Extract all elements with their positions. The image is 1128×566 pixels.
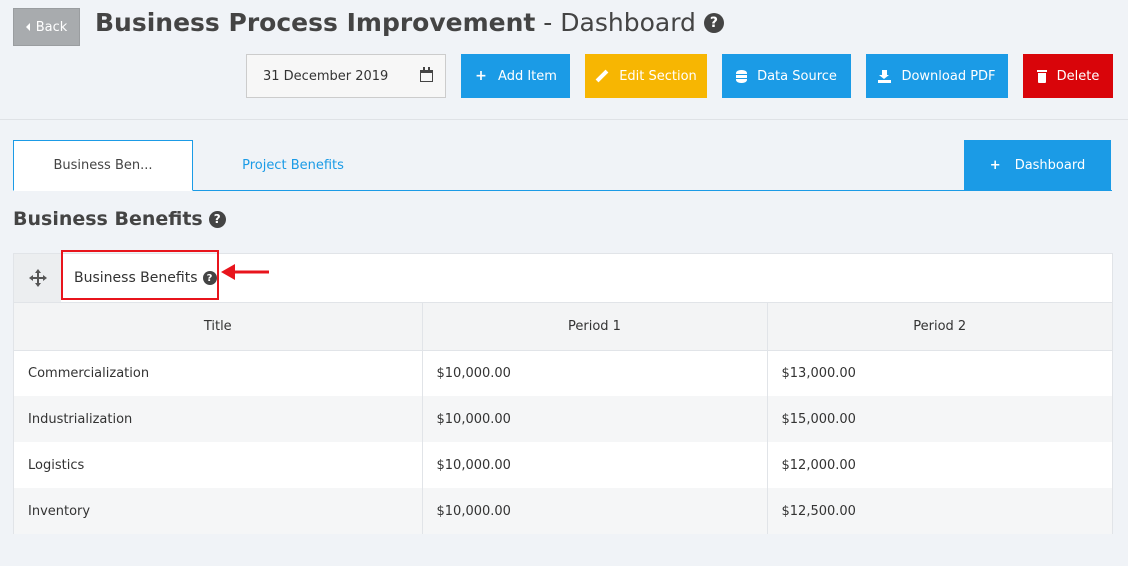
dashboard-button-label: Dashboard: [1014, 158, 1086, 173]
table-row: Commercialization $10,000.00 $13,000.00: [14, 350, 1112, 396]
table-cell: $12,500.00: [767, 488, 1112, 534]
tab-bar: Business Ben... Project Benefits + Dashb…: [13, 140, 1112, 191]
table-cell: Commercialization: [14, 350, 423, 396]
add-item-label: Add Item: [498, 68, 557, 84]
table-cell: $10,000.00: [422, 488, 768, 534]
date-value: 31 December 2019: [263, 68, 389, 84]
add-dashboard-button[interactable]: + Dashboard: [964, 140, 1111, 191]
table-cell: $13,000.00: [781, 365, 856, 381]
download-pdf-label: Download PDF: [901, 68, 996, 84]
page-title-main: Business Process Improvement: [95, 8, 536, 37]
question-circle-icon[interactable]: ?: [703, 12, 724, 33]
section-title-text: Business Benefits: [13, 208, 203, 230]
annotation-arrow-icon: [221, 264, 269, 280]
column-header-period-2[interactable]: Period 2: [767, 303, 1112, 351]
annotation-highlight-box: [61, 250, 219, 300]
move-arrows-icon: [28, 269, 47, 287]
back-button-label: Back: [35, 19, 68, 35]
table-cell: $15,000.00: [767, 396, 1112, 442]
table-row: Industrialization $10,000.00 $15,000.00: [14, 396, 1112, 442]
table-cell: $10,000.00: [422, 442, 768, 488]
page-title-separator: -: [535, 8, 561, 37]
tab-business-benefits[interactable]: Business Ben...: [13, 140, 193, 191]
edit-section-label: Edit Section: [619, 68, 697, 84]
date-picker-input[interactable]: 31 December 2019: [246, 54, 446, 98]
plus-icon: +: [475, 68, 487, 84]
table-cell: Inventory: [14, 488, 423, 534]
pencil-icon: [595, 69, 609, 83]
delete-label: Delete: [1056, 68, 1100, 84]
download-icon: [878, 69, 892, 83]
column-header-period-1[interactable]: Period 1: [422, 303, 768, 351]
tab-label: Business Ben...: [53, 158, 153, 173]
drag-handle[interactable]: [14, 254, 61, 302]
table-cell: $10,000.00: [422, 350, 768, 396]
table-row: Logistics $10,000.00 $12,000.00: [14, 442, 1112, 488]
question-circle-icon[interactable]: ?: [208, 210, 226, 228]
column-header-title[interactable]: Title: [14, 303, 423, 351]
header-divider: [0, 119, 1128, 120]
page-title-suffix: Dashboard: [560, 8, 696, 37]
edit-section-button[interactable]: Edit Section: [585, 54, 707, 98]
back-button[interactable]: Back: [13, 8, 80, 46]
table-cell: Industrialization: [14, 396, 423, 442]
plus-icon: +: [989, 158, 1001, 173]
data-source-button[interactable]: Data Source: [722, 54, 851, 98]
caret-left-icon: [25, 23, 30, 31]
table-header-row: Title Period 1 Period 2: [14, 303, 1112, 351]
download-pdf-button[interactable]: Download PDF: [866, 54, 1008, 98]
database-icon: [736, 69, 748, 83]
calendar-icon[interactable]: [420, 67, 433, 82]
table-cell: $10,000.00: [422, 396, 768, 442]
delete-button[interactable]: Delete: [1023, 54, 1113, 98]
data-source-label: Data Source: [757, 68, 837, 84]
tab-project-benefits[interactable]: Project Benefits: [203, 140, 383, 191]
page-title: Business Process Improvement - Dashboard…: [95, 8, 724, 37]
table-cell: $12,000.00: [781, 457, 856, 473]
add-item-button[interactable]: + Add Item: [461, 54, 570, 98]
table-cell: Logistics: [14, 442, 423, 488]
trash-icon: [1036, 69, 1047, 83]
table-row: Inventory $10,000.00 $12,500.00: [14, 488, 1112, 534]
tab-label: Project Benefits: [242, 158, 344, 173]
benefits-table: Title Period 1 Period 2 Commercializatio…: [14, 303, 1112, 534]
section-title: Business Benefits ?: [13, 208, 226, 230]
